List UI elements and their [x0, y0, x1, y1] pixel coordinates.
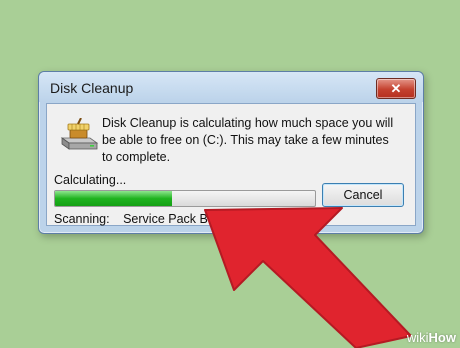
disk-cleanup-dialog: Disk Cleanup ✕ Disk Cleanup is calculati…	[38, 71, 424, 234]
scanning-line: Scanning: Service Pack Ba	[54, 212, 215, 226]
calculating-label: Calculating...	[54, 173, 127, 187]
progress-fill	[55, 191, 172, 206]
title-bar[interactable]: Disk Cleanup ✕	[39, 72, 423, 102]
close-icon: ✕	[390, 80, 402, 96]
wikihow-watermark: wikiHow	[407, 330, 456, 345]
dialog-message: Disk Cleanup is calculating how much spa…	[102, 116, 394, 164]
watermark-how: How	[428, 330, 456, 345]
dialog-title: Disk Cleanup	[50, 80, 134, 96]
progress-bar	[54, 190, 316, 207]
scanning-label: Scanning:	[54, 212, 110, 226]
watermark-wiki: wiki	[406, 330, 429, 345]
disk-cleanup-icon	[60, 118, 99, 150]
close-button[interactable]: ✕	[376, 78, 416, 99]
cancel-button[interactable]: Cancel	[322, 183, 404, 207]
dialog-body: Disk Cleanup is calculating how much spa…	[46, 103, 416, 226]
scanning-item: Service Pack Ba	[123, 212, 215, 226]
